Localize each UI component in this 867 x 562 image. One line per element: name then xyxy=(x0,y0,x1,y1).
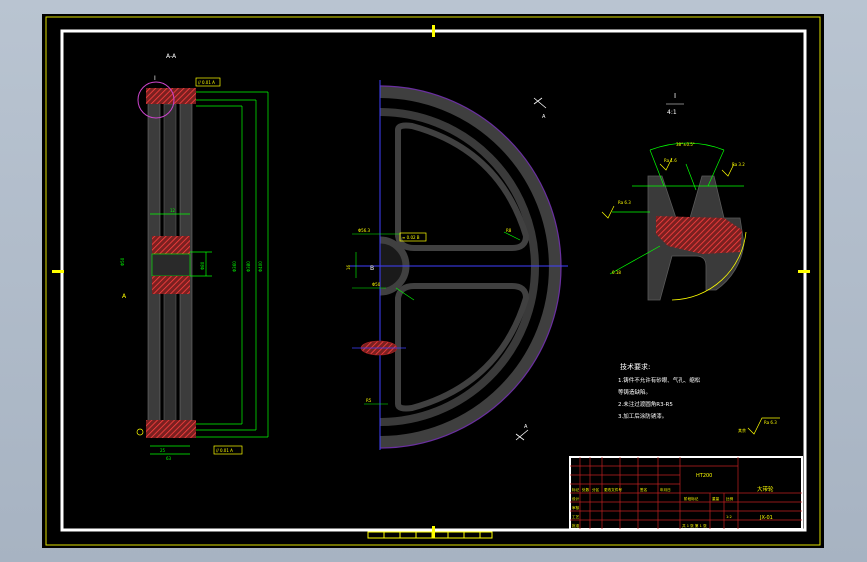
detail-number: I xyxy=(674,92,676,100)
svg-text:63: 63 xyxy=(166,456,172,461)
svg-text:年月日: 年月日 xyxy=(660,487,671,492)
svg-text:Φ360: Φ360 xyxy=(232,261,237,272)
svg-text:16: 16 xyxy=(346,264,351,270)
section-label: A-A xyxy=(166,53,177,60)
svg-text:Ra 6.3: Ra 6.3 xyxy=(764,420,777,425)
svg-text:更改文件号: 更改文件号 xyxy=(604,487,622,492)
groove-section-bottom xyxy=(146,420,196,438)
svg-text:Φ50: Φ50 xyxy=(372,282,381,287)
svg-text:签名: 签名 xyxy=(640,487,648,492)
title-part-name: 大带轮 xyxy=(757,485,774,493)
flatness-callout-bottom: // 0.01 A xyxy=(216,448,233,453)
svg-text:共 1 张 第 1 张: 共 1 张 第 1 张 xyxy=(682,523,707,528)
svg-text:Φ400: Φ400 xyxy=(258,261,263,272)
view-arrow-label: A xyxy=(542,114,546,120)
svg-text:比例: 比例 xyxy=(726,496,734,501)
cad-drawing-canvas: A-A I Φ400 Φ380 Φ360 Φ80 25 63 12 Φ50 //… xyxy=(42,14,824,548)
hub-bore xyxy=(151,253,191,277)
svg-text:0.18: 0.18 xyxy=(612,270,621,275)
tech-req-line-2: 等铸造缺陷。 xyxy=(618,388,651,396)
hub-section-upper xyxy=(152,236,190,254)
svg-text:阶段标记: 阶段标记 xyxy=(684,496,699,501)
svg-text:Φ50: Φ50 xyxy=(120,257,125,266)
view-arrow-label-bottom: A xyxy=(524,424,528,430)
svg-text:重量: 重量 xyxy=(712,496,720,501)
hub-section-lower xyxy=(152,276,190,294)
svg-text:设计: 设计 xyxy=(572,496,580,501)
title-material: HT200 xyxy=(696,473,712,479)
tech-req-line-1: 1.铸件不允许有砂眼、气孔、缩松 xyxy=(618,376,701,384)
svg-text:分区: 分区 xyxy=(592,487,600,492)
detail-scale: 4:1 xyxy=(667,109,677,116)
svg-text:R5: R5 xyxy=(366,398,372,403)
svg-text:Φ80: Φ80 xyxy=(200,261,205,270)
tech-req-line-4: 3.加工后涂防锈漆。 xyxy=(618,412,667,420)
tech-req-line-3: 2.未注过渡圆角R3-R5 xyxy=(618,400,673,408)
svg-text:标记: 标记 xyxy=(572,487,580,492)
detail-ref-label: I xyxy=(154,75,156,82)
svg-text:25: 25 xyxy=(160,448,166,453)
svg-text:处数: 处数 xyxy=(582,487,590,492)
title-drawing-number: JX-01 xyxy=(759,515,773,521)
svg-text:Φ56.3: Φ56.3 xyxy=(358,228,371,233)
svg-text:Ra 6.3: Ra 6.3 xyxy=(618,200,631,205)
tech-req-title: 技术要求: xyxy=(620,362,650,371)
svg-text:≡ 0.02 B: ≡ 0.02 B xyxy=(402,235,420,240)
svg-text:Φ380: Φ380 xyxy=(246,261,251,272)
keyway-letter: B xyxy=(370,265,374,272)
svg-text:工艺: 工艺 xyxy=(572,514,580,519)
svg-text:批准: 批准 xyxy=(572,523,580,528)
flatness-callout-top: // 0.01 A xyxy=(198,80,215,85)
svg-text:其余: 其余 xyxy=(738,427,746,433)
svg-text:1:2: 1:2 xyxy=(726,515,732,519)
svg-text:12: 12 xyxy=(170,208,176,213)
svg-text:38°±0.5°: 38°±0.5° xyxy=(676,142,695,147)
svg-text:审核: 审核 xyxy=(572,505,580,510)
svg-text:R8: R8 xyxy=(506,228,512,233)
